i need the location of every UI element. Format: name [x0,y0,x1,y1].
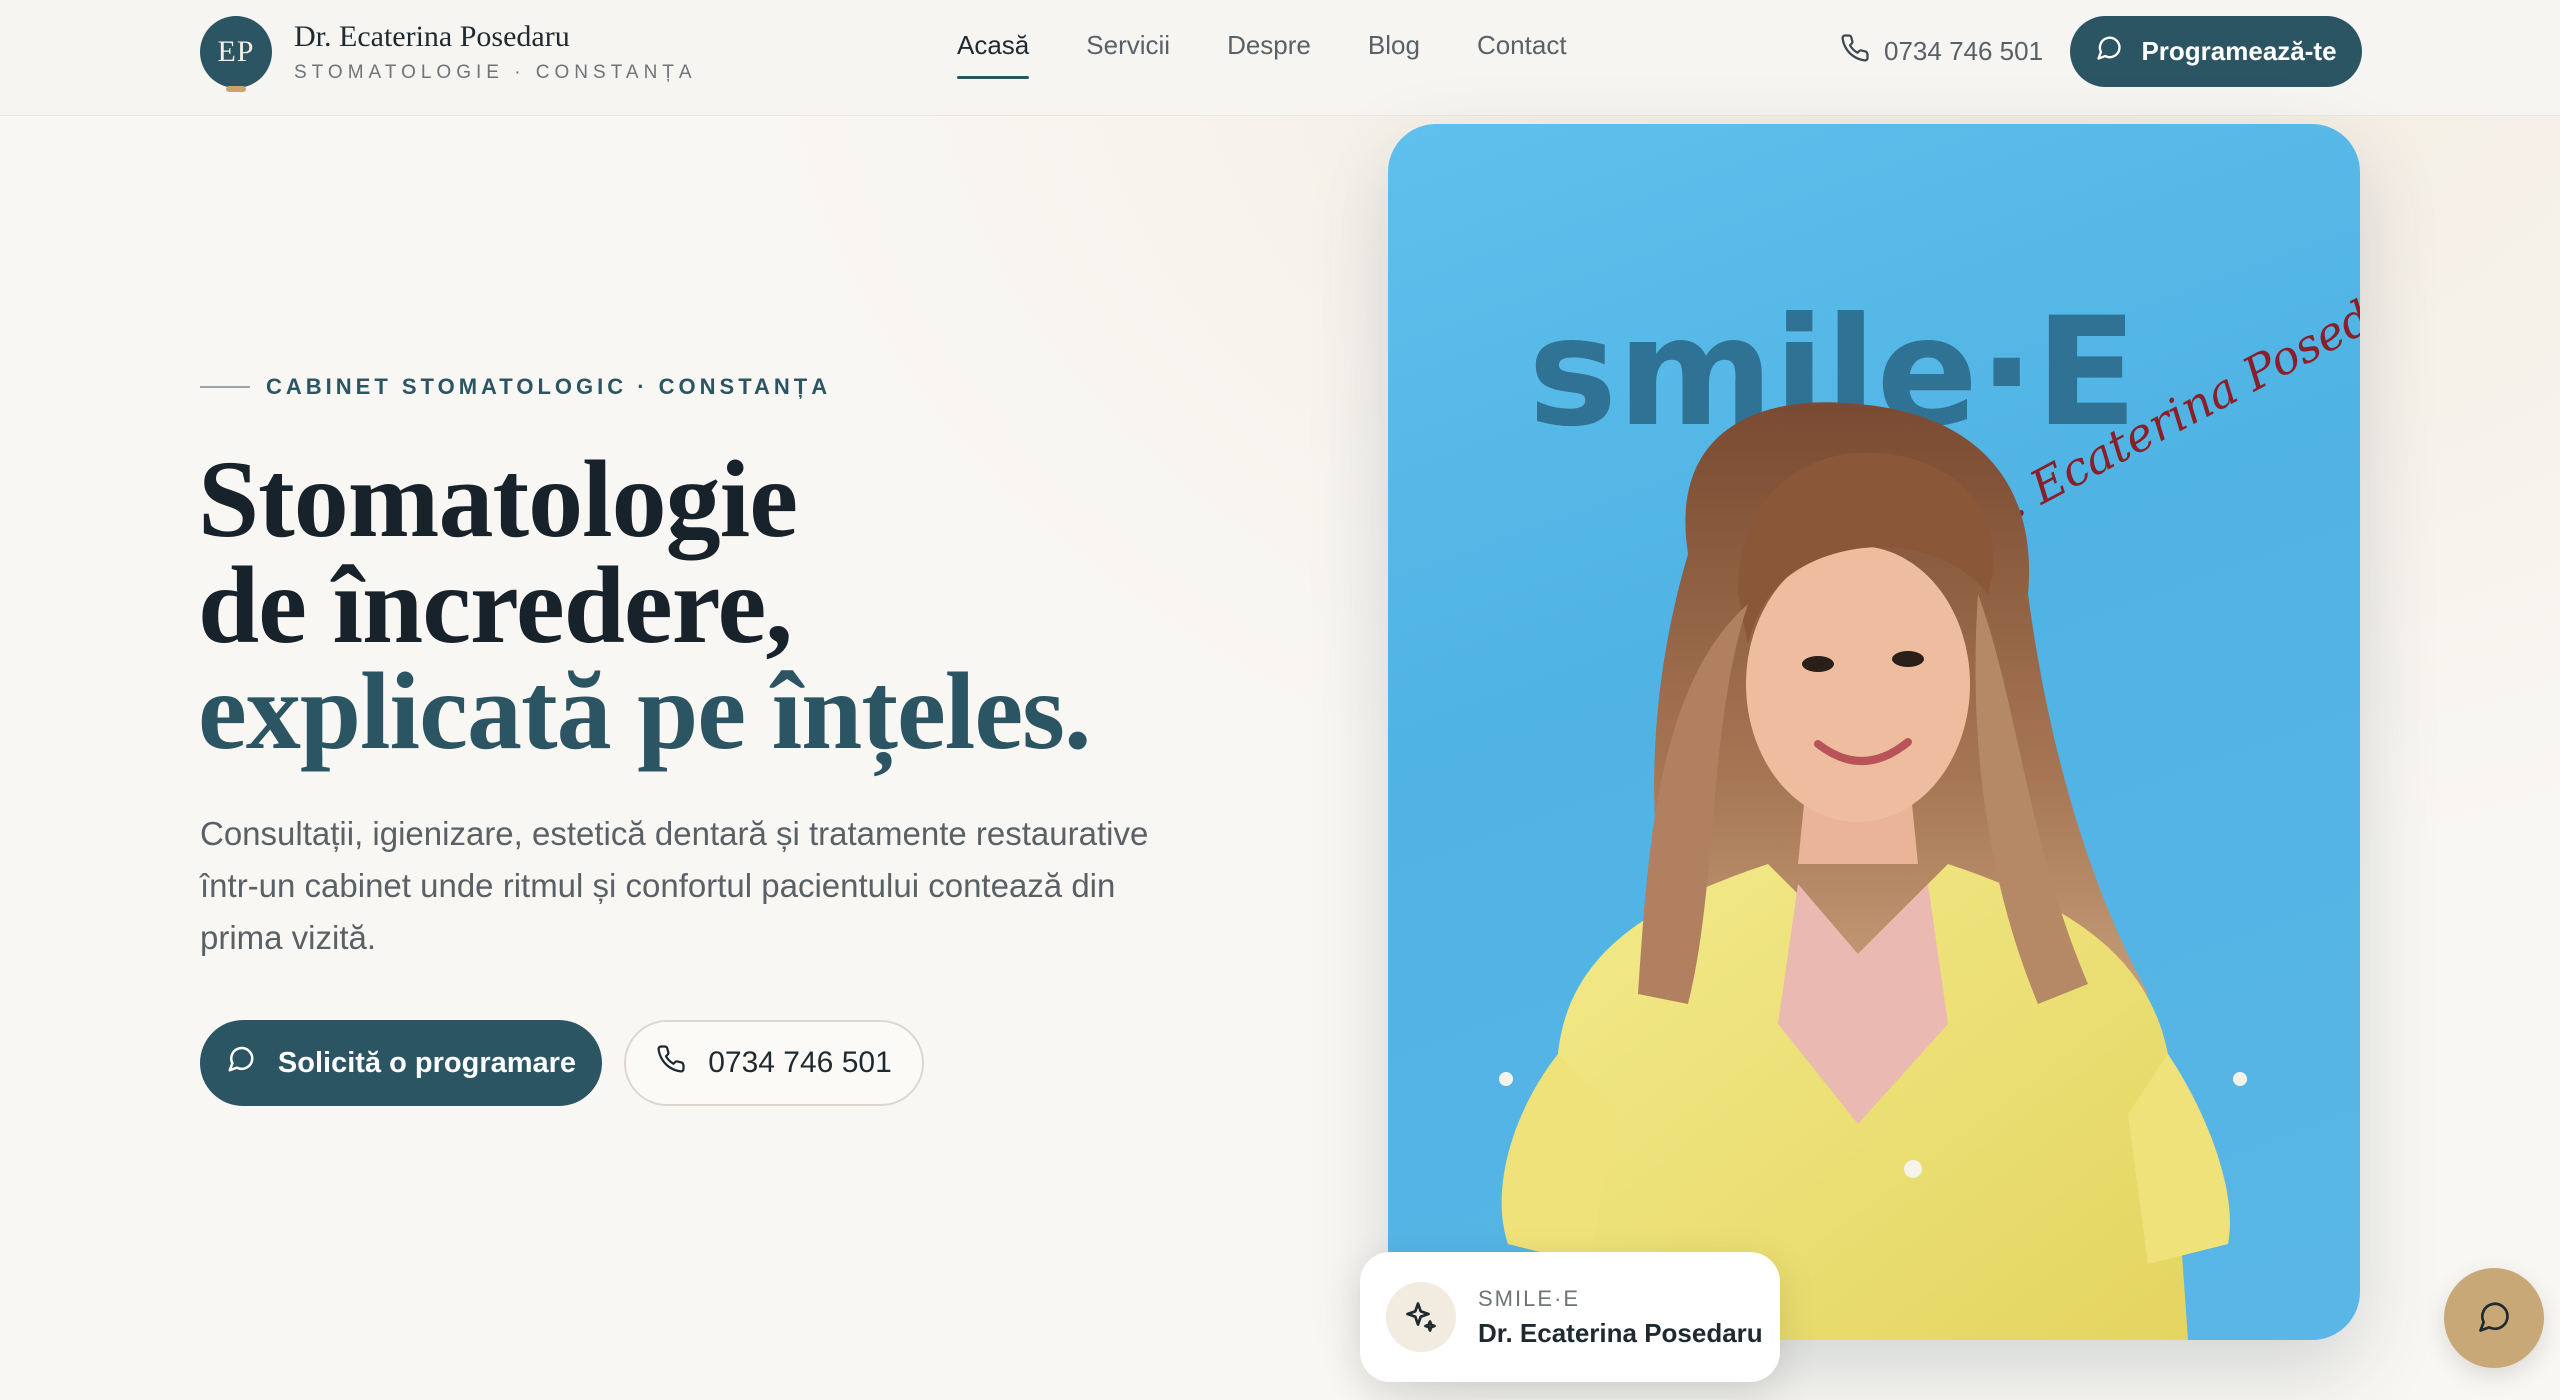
call-phone-button[interactable]: 0734 746 501 [624,1020,924,1106]
hero-title: Stomatologie de încredere, explicată pe … [198,438,1091,772]
book-appointment-button[interactable]: Programează-te [2070,16,2362,87]
signature-card: SMILE·E Dr. Ecaterina Posedaru [1360,1252,1780,1382]
brand-text: Dr. Ecaterina Posedaru STOMATOLOGIE · CO… [294,20,697,84]
chat-bubble-icon [226,1044,256,1082]
hero-photo: smile·E Dr. Ecaterina Posedaru [1388,124,2360,1340]
phone-icon [1840,33,1870,70]
hero-lead: Consultații, igienizare, estetică dentar… [200,815,1149,956]
header-phone-link[interactable]: 0734 746 501 [1840,33,2043,70]
nav-item-blog[interactable]: Blog [1368,30,1420,79]
book-appointment-label: Programează-te [2141,36,2337,66]
logo-badge: EP [200,16,272,92]
call-phone-label: 0734 746 501 [708,1046,892,1079]
request-appointment-label: Solicită o programare [277,1046,577,1079]
hero-eyebrow: CABINET STOMATOLOGIC · CONSTANȚA [200,374,831,400]
signature-card-text: SMILE·E Dr. Ecaterina Posedaru [1478,1286,1763,1349]
nav-item-contact[interactable]: Contact [1477,30,1567,79]
coat-button [1904,1160,1922,1178]
sleeve-button-left [1499,1072,1513,1086]
nav-item-acasa[interactable]: Acasă [957,30,1030,79]
brand-link[interactable]: EP Dr. Ecaterina Posedaru STOMATOLOGIE ·… [200,15,697,92]
brand-subtitle: STOMATOLOGIE · CONSTANȚA [294,62,697,83]
doctor-portrait-illustration: smile·E Dr. Ecaterina Posedaru [1499,253,2360,1340]
sleeve-button-right [2233,1072,2247,1086]
left-eye [1802,656,1834,672]
signature-card-name: Dr. Ecaterina Posedaru [1478,1317,1763,1348]
page: EP Dr. Ecaterina Posedaru STOMATOLOGIE ·… [0,0,2560,1400]
chat-fab-button[interactable] [2444,1268,2544,1368]
nav-item-servicii[interactable]: Servicii [1086,30,1170,79]
chat-bubble-icon [2095,34,2123,69]
signature-card-label: SMILE·E [1478,1285,1581,1311]
hero-title-line-2: de încredere, [198,544,793,666]
main-nav: Acasă Servicii Despre Blog Contact [957,30,1567,79]
hero-title-line-3: explicată pe înțeles. [198,650,1091,772]
sparkle-icon [1386,1282,1456,1352]
chat-bubble-icon [2476,1299,2512,1338]
right-eye [1892,651,1924,667]
brand-name: Dr. Ecaterina Posedaru [294,20,570,53]
phone-icon [656,1044,686,1082]
face [1746,546,1970,822]
header-phone-number: 0734 746 501 [1884,36,2044,66]
request-appointment-button[interactable]: Solicită o programare [200,1020,602,1106]
nav-item-despre[interactable]: Despre [1227,30,1311,79]
eyebrow-divider [200,386,250,388]
site-header: EP Dr. Ecaterina Posedaru STOMATOLOGIE ·… [0,0,2560,116]
eyebrow-text: CABINET STOMATOLOGIC · CONSTANȚA [266,374,832,399]
hero-title-line-1: Stomatologie [198,438,798,560]
